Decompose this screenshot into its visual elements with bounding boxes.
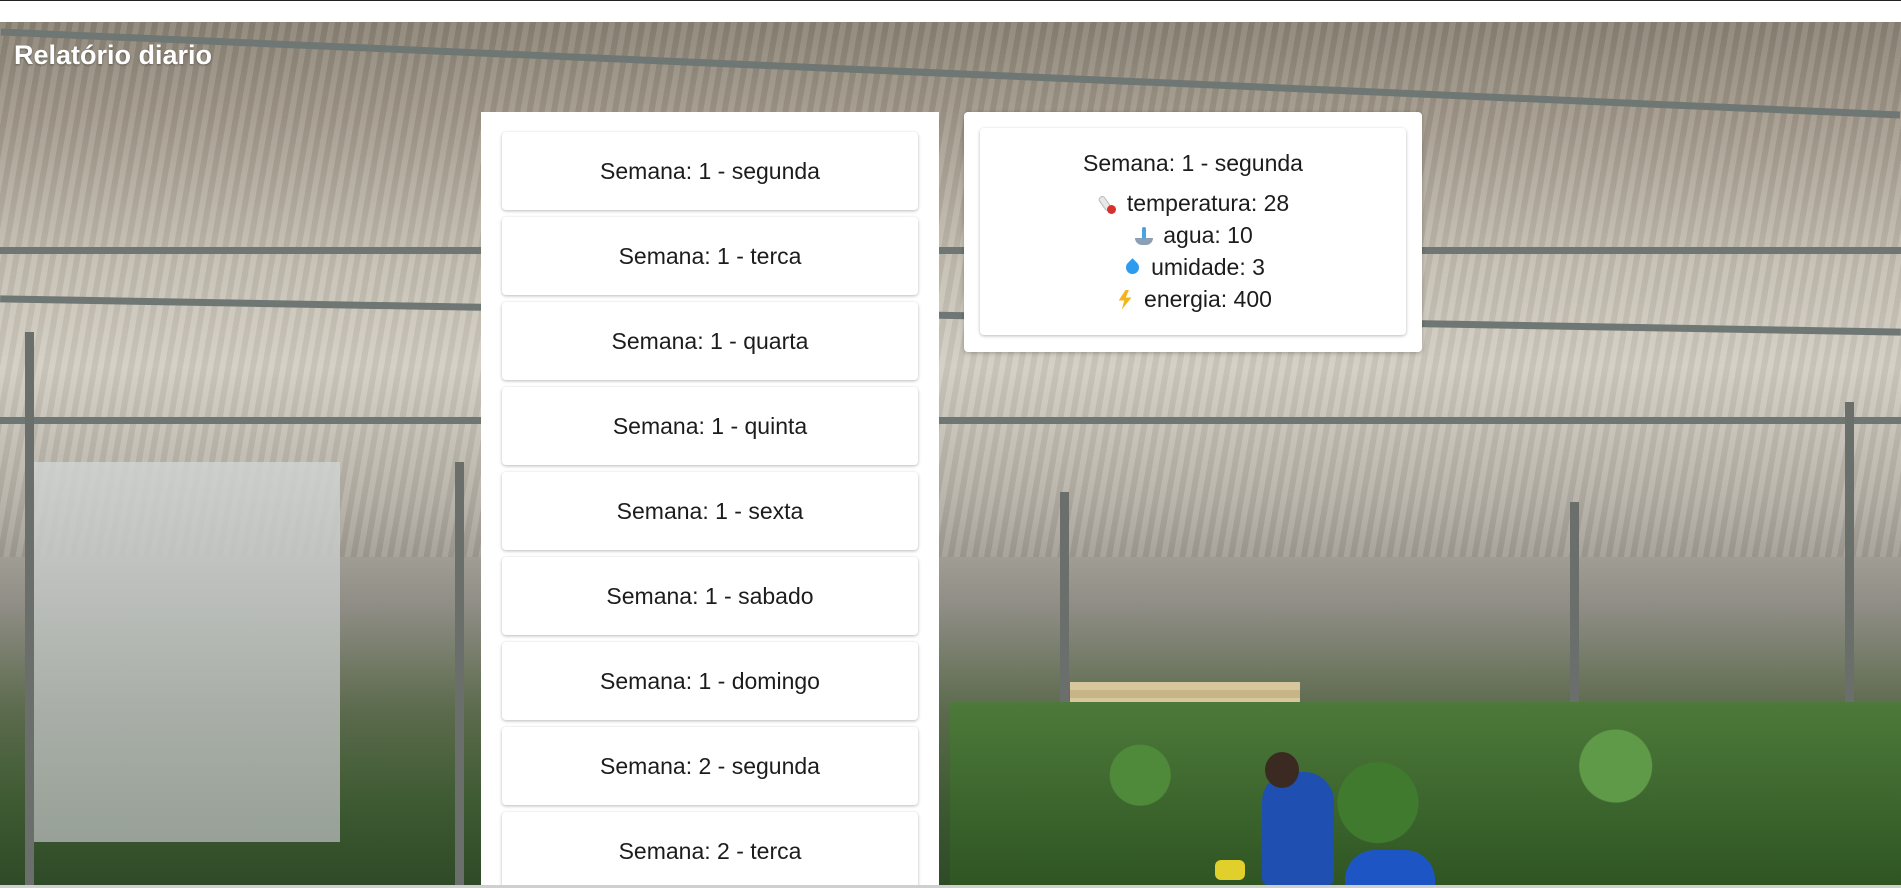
- droplet-icon: [1121, 257, 1143, 279]
- greenhouse-background-image: [0, 22, 1901, 885]
- day-item[interactable]: Semana: 1 - sabado: [502, 557, 918, 635]
- worker: [1262, 772, 1334, 885]
- humidity-value: umidade: 3: [1151, 254, 1265, 280]
- day-item[interactable]: Semana: 1 - segunda: [502, 132, 918, 210]
- energy-metric: energia: 400: [980, 286, 1406, 313]
- energy-value: energia: 400: [1144, 286, 1272, 312]
- report-title: Semana: 1 - segunda: [1083, 150, 1303, 176]
- daily-report-card: Semana: 1 - segunda temperatura: 28 agua…: [980, 128, 1406, 335]
- day-item[interactable]: Semana: 1 - quarta: [502, 302, 918, 380]
- detail-panel: Semana: 1 - segunda temperatura: 28 agua…: [964, 112, 1422, 352]
- thermometer-icon: [1097, 193, 1119, 215]
- roof-beam: [0, 417, 1901, 424]
- humidity-metric: umidade: 3: [980, 254, 1406, 281]
- worker-head: [1265, 752, 1299, 788]
- roof-beam: [0, 247, 1901, 254]
- day-item[interactable]: Semana: 1 - sexta: [502, 472, 918, 550]
- worker: [1345, 850, 1435, 885]
- temperature-metric: temperatura: 28: [980, 190, 1406, 217]
- glove: [1215, 860, 1245, 880]
- support-post: [25, 332, 34, 885]
- day-item[interactable]: Semana: 2 - terca: [502, 812, 918, 885]
- page-title: Relatório diario: [14, 40, 213, 70]
- water-metric: agua: 10: [980, 222, 1406, 249]
- support-post: [455, 462, 464, 885]
- day-list-panel[interactable]: Semana: 1 - segunda Semana: 1 - terca Se…: [481, 112, 939, 885]
- water-value: agua: 10: [1163, 222, 1253, 248]
- temperature-value: temperatura: 28: [1126, 190, 1290, 216]
- top-border: [0, 0, 1901, 1]
- day-item[interactable]: Semana: 1 - quinta: [502, 387, 918, 465]
- greenhouse-wall: [30, 462, 340, 842]
- day-item[interactable]: Semana: 2 - segunda: [502, 727, 918, 805]
- day-item[interactable]: Semana: 1 - terca: [502, 217, 918, 295]
- day-item[interactable]: Semana: 1 - domingo: [502, 642, 918, 720]
- lightning-icon: [1114, 289, 1136, 311]
- fountain-icon: [1133, 225, 1155, 247]
